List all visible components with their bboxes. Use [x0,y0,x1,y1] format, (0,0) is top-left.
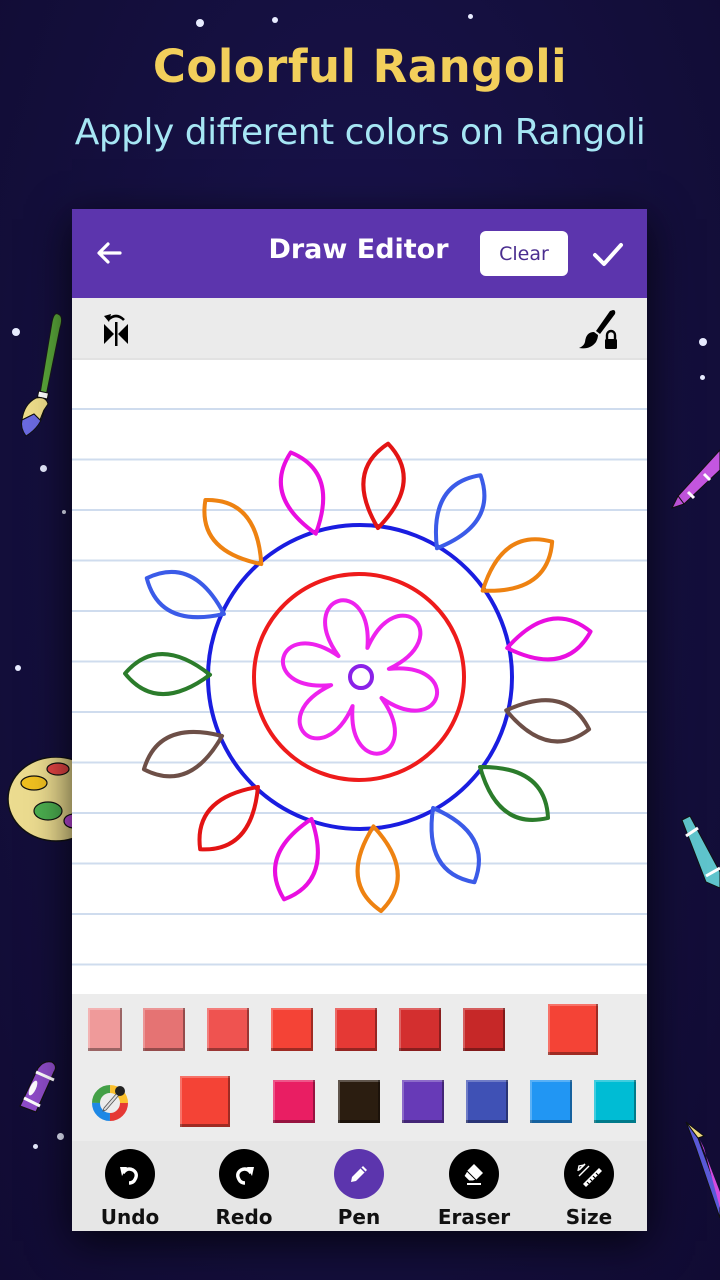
shade-swatch[interactable] [463,1008,505,1051]
petal [273,816,320,902]
size-label: Size [565,1205,613,1229]
star-decoration [33,1144,38,1149]
petal [355,824,400,914]
base-color-swatch[interactable] [338,1080,380,1123]
pen-label: Pen [337,1205,381,1229]
base-color-swatch[interactable] [273,1080,315,1123]
petal [144,569,226,620]
shade-swatch[interactable] [271,1008,313,1051]
star-decoration [62,510,66,514]
petal [202,498,264,567]
brush-lock-icon[interactable] [576,308,620,352]
flower-outline [280,598,440,756]
inner-ring [252,572,466,782]
star-decoration [699,338,707,346]
drawing-canvas[interactable] [72,360,647,994]
palette-decoration-icon [7,757,72,842]
mirror-flip-icon[interactable] [96,310,136,348]
rangoli-drawing [123,441,593,914]
shade-swatch[interactable] [143,1008,185,1051]
star-decoration [40,465,47,472]
petal [429,806,481,885]
center-dot [348,664,374,690]
undo-icon [105,1149,155,1199]
marker-decoration-icon [681,815,720,889]
draw-editor-screen: Draw Editor Clear Undo Redo Pen Eraser S… [72,209,647,1231]
promo-subheadline: Apply different colors on Rangoli [74,112,646,153]
base-color-swatch[interactable] [402,1080,444,1123]
eraser-label: Eraser [437,1205,511,1229]
crayon-decoration-icon [671,449,720,509]
petal [123,652,213,696]
petal [478,764,551,822]
bottom-toolbar: Undo Redo Pen Eraser Size [72,1141,647,1231]
petal [434,473,487,551]
petal [278,450,326,536]
eraser-icon [449,1149,499,1199]
petal [361,441,406,531]
star-decoration [700,375,705,380]
paintbrush-decoration-icon [21,313,63,437]
size-button[interactable]: Size [539,1149,639,1229]
shade-swatch[interactable] [399,1008,441,1051]
pencil-decoration-icon [685,1121,720,1218]
promo-headline: Colorful Rangoli [152,40,568,93]
petal [480,537,555,593]
base-color-swatch[interactable] [530,1080,572,1123]
shade-swatch[interactable] [207,1008,249,1051]
pen-icon [334,1149,384,1199]
pen-button[interactable]: Pen [309,1149,409,1229]
base-color-swatch[interactable] [466,1080,508,1123]
checkmark-icon[interactable] [590,237,626,271]
petal [504,698,592,744]
color-palette [72,994,647,1141]
petal [197,784,260,852]
redo-label: Redo [215,1205,273,1229]
star-decoration [15,665,21,671]
shade-swatch[interactable] [335,1008,377,1051]
eraser-button[interactable]: Eraser [424,1149,524,1229]
redo-icon [219,1149,269,1199]
crayon-purple-decoration-icon [19,1061,57,1113]
ruler-size-icon [564,1149,614,1199]
current-color-swatch[interactable] [180,1076,230,1127]
star-decoration [196,19,204,27]
shade-swatch[interactable] [88,1008,122,1051]
star-decoration [468,14,473,19]
star-decoration [272,17,278,23]
selected-shade-swatch[interactable] [548,1004,598,1055]
tool-strip [72,298,647,360]
base-color-swatch[interactable] [594,1080,636,1123]
undo-label: Undo [100,1205,160,1229]
color-picker-icon[interactable] [90,1082,130,1122]
star-decoration [57,1133,64,1140]
app-bar: Draw Editor Clear [72,209,647,298]
redo-button[interactable]: Redo [194,1149,294,1229]
undo-button[interactable]: Undo [80,1149,180,1229]
petal [141,729,225,779]
petal [505,616,593,662]
clear-button[interactable]: Clear [480,231,568,276]
